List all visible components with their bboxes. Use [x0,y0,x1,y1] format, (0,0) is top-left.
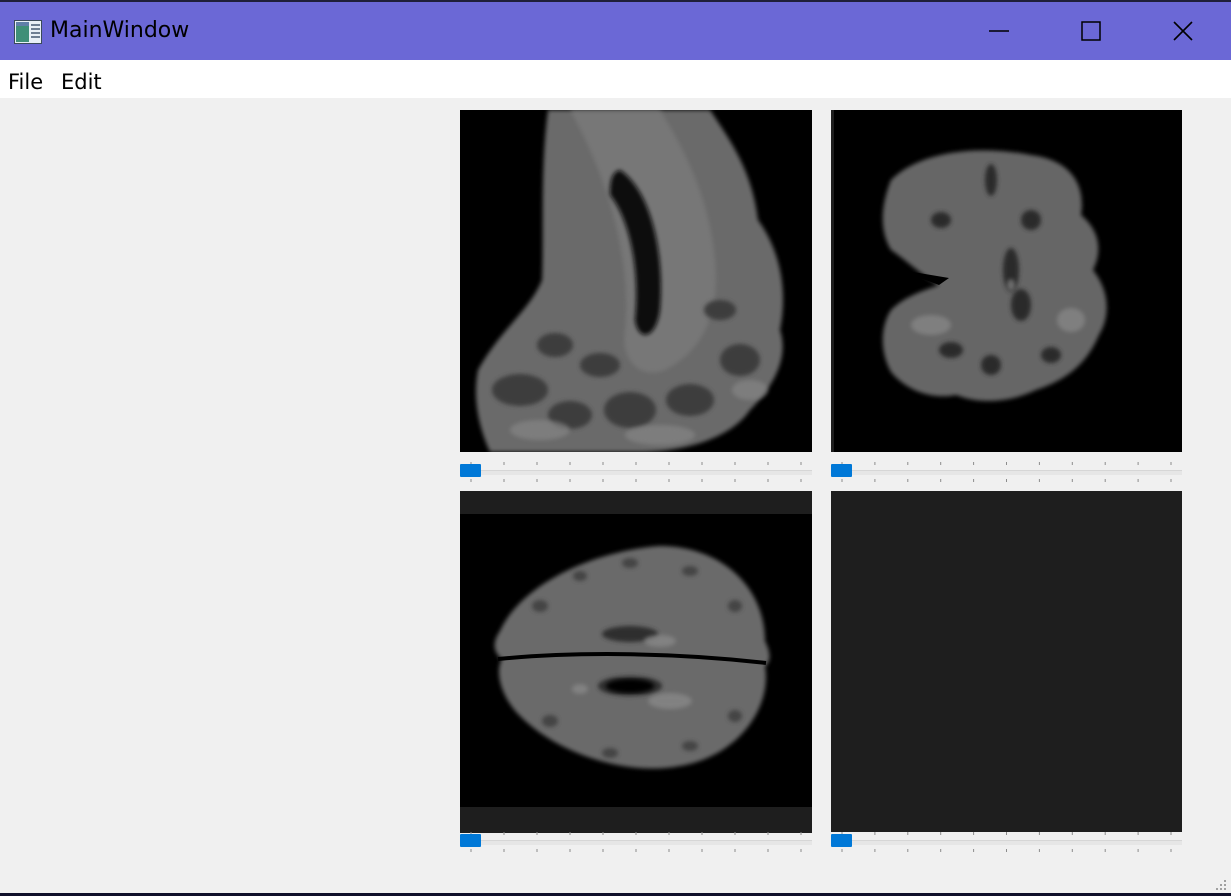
slider-ticks [841,832,1172,852]
viewer-sagittal[interactable] [460,110,812,452]
window-title: MainWindow [50,18,190,43]
slider-ticks [470,832,802,852]
maximize-button[interactable] [1045,2,1137,60]
brain-mri-coronal-image [831,110,1182,452]
slider-ticks [841,462,1172,482]
menu-bar: File Edit [0,60,1231,98]
title-bar[interactable]: MainWindow [0,2,1231,60]
slider-handle[interactable] [831,834,852,847]
minimize-button[interactable] [953,2,1045,60]
minimize-icon [989,30,1009,32]
menu-file[interactable]: File [4,60,47,98]
viewer-coronal[interactable] [831,110,1182,452]
slice-slider-1[interactable] [460,459,812,485]
brain-mri-sagittal-image [460,110,812,452]
size-grip-icon[interactable] [1214,878,1228,892]
brain-mri-axial-image [460,491,812,833]
close-button[interactable] [1137,2,1229,60]
menu-edit[interactable]: Edit [57,60,106,98]
maximize-icon [1081,21,1101,41]
slider-handle[interactable] [460,834,481,847]
slider-handle[interactable] [460,464,481,477]
slice-slider-2[interactable] [831,459,1182,485]
slice-slider-3[interactable] [460,829,812,855]
main-window: MainWindow File Edit [0,0,1231,896]
viewer-axial[interactable] [460,491,812,833]
slice-slider-4[interactable] [831,829,1182,855]
close-icon [1173,21,1193,41]
app-window-icon [14,20,42,44]
viewer-empty[interactable] [831,491,1182,832]
slider-ticks [470,462,802,482]
slider-handle[interactable] [831,464,852,477]
